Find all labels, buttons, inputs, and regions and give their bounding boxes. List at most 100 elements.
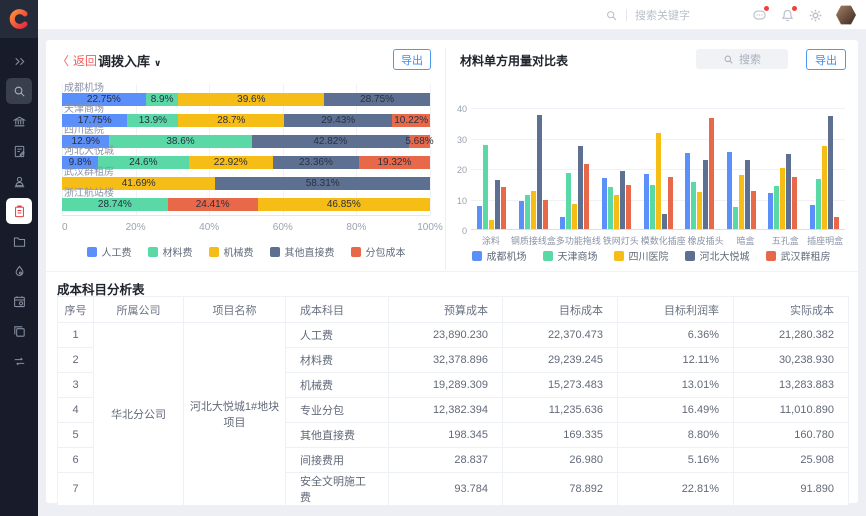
- bar[interactable]: [572, 204, 577, 229]
- notifications-button[interactable]: [780, 8, 795, 23]
- export-button-right[interactable]: 导出: [806, 49, 846, 70]
- bar[interactable]: [525, 195, 530, 229]
- bar[interactable]: [810, 205, 815, 229]
- bar[interactable]: [816, 179, 821, 229]
- sidebar-item-user-icon[interactable]: [6, 168, 32, 194]
- bar[interactable]: [519, 201, 524, 229]
- bar[interactable]: [822, 146, 827, 229]
- horizontal-divider: [46, 271, 858, 272]
- bar[interactable]: [792, 177, 797, 230]
- bar[interactable]: [614, 195, 619, 229]
- bar-segment[interactable]: 46.85%: [258, 198, 430, 211]
- bar[interactable]: [691, 182, 696, 229]
- bar[interactable]: [537, 115, 542, 229]
- bar[interactable]: [650, 185, 655, 230]
- legend-label: 人工费: [102, 244, 132, 259]
- bar-segment[interactable]: 22.92%: [189, 156, 273, 169]
- bar[interactable]: [602, 178, 607, 229]
- bar[interactable]: [578, 146, 583, 229]
- bar[interactable]: [644, 174, 649, 229]
- legend-item[interactable]: 武汉群租房: [766, 248, 831, 263]
- bar[interactable]: [656, 133, 661, 229]
- legend-item[interactable]: 四川医院: [614, 248, 669, 263]
- bar[interactable]: [745, 160, 750, 229]
- bar[interactable]: [531, 191, 536, 229]
- segment-value: 10.22%: [394, 115, 428, 126]
- sidebar-item-folder-icon[interactable]: [6, 228, 32, 254]
- bar-segment[interactable]: 23.36%: [273, 156, 359, 169]
- bar[interactable]: [543, 200, 548, 229]
- sidebar-item-doc-edit-icon[interactable]: [6, 138, 32, 164]
- bar-segment[interactable]: 13.9%: [127, 114, 178, 127]
- bar-segment[interactable]: 38.6%: [109, 135, 251, 148]
- export-button-left[interactable]: 导出: [393, 49, 431, 70]
- bar[interactable]: [780, 168, 785, 229]
- bar[interactable]: [668, 177, 673, 229]
- chart-search-input[interactable]: 搜索: [696, 49, 788, 69]
- bar[interactable]: [483, 145, 488, 229]
- sidebar-item-chevrons-right-icon[interactable]: [6, 48, 32, 74]
- global-search[interactable]: 搜索关键字: [605, 0, 690, 30]
- cell-value: 21,280.382: [734, 323, 849, 348]
- sidebar-item-drop-icon[interactable]: [6, 258, 32, 284]
- legend-item[interactable]: 成都机场: [472, 248, 527, 263]
- bar[interactable]: [495, 180, 500, 229]
- bar[interactable]: [477, 206, 482, 229]
- legend-item[interactable]: 河北大悦城: [685, 248, 750, 263]
- sidebar-item-transfer-icon[interactable]: [6, 348, 32, 374]
- bar-segment[interactable]: 28.75%: [324, 93, 430, 106]
- bar-segment[interactable]: 10.22%: [392, 114, 430, 127]
- bar[interactable]: [739, 175, 744, 229]
- bar[interactable]: [733, 207, 738, 229]
- bar-segment[interactable]: 42.82%: [252, 135, 410, 148]
- bar[interactable]: [828, 116, 833, 229]
- sidebar-item-search-icon[interactable]: [6, 78, 32, 104]
- legend-item[interactable]: 其他直接费: [270, 244, 335, 259]
- bar[interactable]: [626, 185, 631, 230]
- bar[interactable]: [662, 214, 667, 229]
- sidebar-item-copy-icon[interactable]: [6, 318, 32, 344]
- legend-item[interactable]: 人工费: [87, 244, 132, 259]
- bar-segment[interactable]: 29.43%: [284, 114, 392, 127]
- settings-button[interactable]: [808, 8, 823, 23]
- back-button[interactable]: 〈 返回: [57, 52, 97, 69]
- bar[interactable]: [709, 118, 714, 229]
- bar[interactable]: [501, 187, 506, 229]
- user-avatar[interactable]: [836, 5, 856, 25]
- bar-segment[interactable]: 39.6%: [178, 93, 324, 106]
- bar[interactable]: [774, 186, 779, 229]
- bar[interactable]: [834, 217, 839, 229]
- sidebar-item-calendar-gear-icon[interactable]: [6, 288, 32, 314]
- bar[interactable]: [697, 192, 702, 230]
- legend-item[interactable]: 天津商场: [543, 248, 598, 263]
- bar[interactable]: [703, 160, 708, 229]
- bar[interactable]: [620, 171, 625, 229]
- bar[interactable]: [768, 193, 773, 229]
- legend-item[interactable]: 材料费: [148, 244, 193, 259]
- bar[interactable]: [584, 164, 589, 229]
- bar-segment[interactable]: 58.31%: [215, 177, 430, 190]
- app-logo[interactable]: [0, 0, 38, 38]
- bar-segment[interactable]: 28.74%: [62, 198, 168, 211]
- messages-button[interactable]: [752, 8, 767, 23]
- legend-item[interactable]: 分包成本: [351, 244, 406, 259]
- page-title[interactable]: 调拨入库∨: [98, 51, 161, 70]
- bar-group: [762, 108, 804, 229]
- bar[interactable]: [685, 153, 690, 229]
- bar-segment[interactable]: 24.41%: [168, 198, 258, 211]
- bar[interactable]: [751, 191, 756, 229]
- bar[interactable]: [489, 220, 494, 229]
- category-label: 多功能拖线: [556, 234, 601, 247]
- bar[interactable]: [608, 187, 613, 229]
- bar-segment[interactable]: 5.68%: [409, 135, 430, 148]
- bar[interactable]: [566, 173, 571, 229]
- bar-segment[interactable]: 8.9%: [146, 93, 179, 106]
- legend-item[interactable]: 机械费: [209, 244, 254, 259]
- bar[interactable]: [727, 152, 732, 229]
- bar-segment[interactable]: 19.32%: [359, 156, 430, 169]
- bar-segment[interactable]: 28.7%: [178, 114, 284, 127]
- sidebar-item-clipboard-icon[interactable]: [6, 198, 32, 224]
- sidebar-item-bank-icon[interactable]: [6, 108, 32, 134]
- bar[interactable]: [560, 217, 565, 229]
- bar[interactable]: [786, 154, 791, 229]
